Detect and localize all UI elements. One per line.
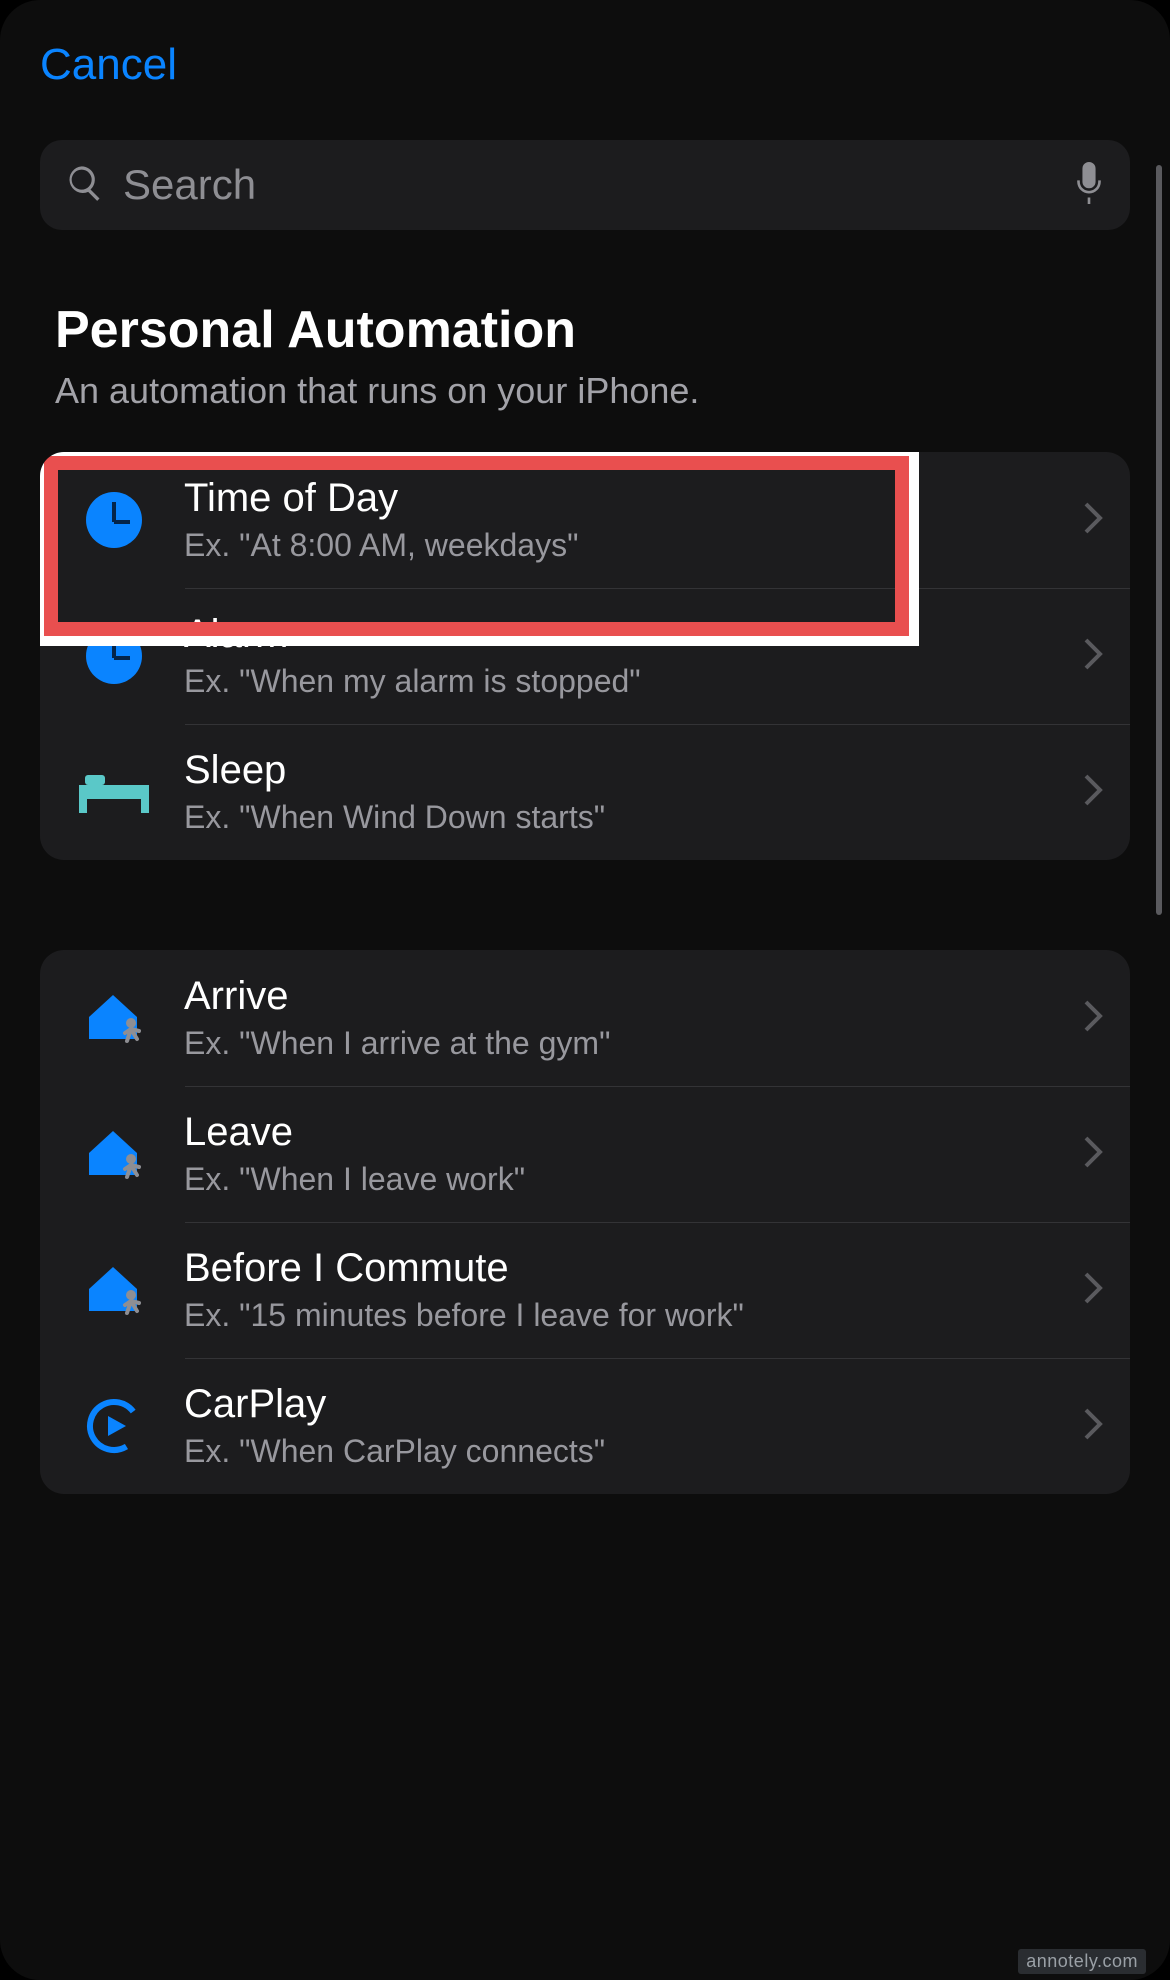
trigger-row-alarm[interactable]: Alarm Ex. "When my alarm is stopped" xyxy=(40,588,1130,724)
chevron-right-icon xyxy=(1082,772,1106,813)
watermark: annotely.com xyxy=(1018,1949,1146,1974)
trigger-row-arrive[interactable]: Arrive Ex. "When I arrive at the gym" xyxy=(40,950,1130,1086)
carplay-icon xyxy=(64,1396,164,1456)
chevron-right-icon xyxy=(1082,1406,1106,1447)
search-icon xyxy=(65,163,105,208)
chevron-right-icon xyxy=(1082,1134,1106,1175)
page-title: Personal Automation xyxy=(55,300,1130,360)
scroll-indicator[interactable] xyxy=(1156,165,1162,915)
trigger-group-time: Time of Day Ex. "At 8:00 AM, weekdays" A… xyxy=(40,452,1130,860)
page-subtitle: An automation that runs on your iPhone. xyxy=(55,370,1130,412)
row-subtitle: Ex. "15 minutes before I leave for work" xyxy=(184,1297,1082,1334)
row-title: CarPlay xyxy=(184,1382,1082,1427)
row-subtitle: Ex. "At 8:00 AM, weekdays" xyxy=(184,527,1082,564)
row-subtitle: Ex. "When Wind Down starts" xyxy=(184,799,1082,836)
navbar: Cancel xyxy=(40,30,1130,100)
chevron-right-icon xyxy=(1082,636,1106,677)
trigger-group-location: Arrive Ex. "When I arrive at the gym" Le… xyxy=(40,950,1130,1494)
row-subtitle: Ex. "When my alarm is stopped" xyxy=(184,663,1082,700)
row-title: Arrive xyxy=(184,974,1082,1019)
cancel-button[interactable]: Cancel xyxy=(40,40,177,90)
row-title: Alarm xyxy=(184,612,1082,657)
trigger-row-carplay[interactable]: CarPlay Ex. "When CarPlay connects" xyxy=(40,1358,1130,1494)
search-bar[interactable] xyxy=(40,140,1130,230)
row-title: Sleep xyxy=(184,748,1082,793)
home-walk-icon xyxy=(64,1119,164,1189)
row-title: Before I Commute xyxy=(184,1246,1082,1291)
trigger-row-leave[interactable]: Leave Ex. "When I leave work" xyxy=(40,1086,1130,1222)
home-walk-icon xyxy=(64,983,164,1053)
chevron-right-icon xyxy=(1082,998,1106,1039)
chevron-right-icon xyxy=(1082,1270,1106,1311)
row-subtitle: Ex. "When CarPlay connects" xyxy=(184,1433,1082,1470)
row-title: Leave xyxy=(184,1110,1082,1155)
search-input[interactable] xyxy=(105,161,1073,209)
row-title: Time of Day xyxy=(184,476,1082,521)
row-subtitle: Ex. "When I arrive at the gym" xyxy=(184,1025,1082,1062)
trigger-row-before-commute[interactable]: Before I Commute Ex. "15 minutes before … xyxy=(40,1222,1130,1358)
clock-icon xyxy=(64,628,164,684)
trigger-row-time-of-day[interactable]: Time of Day Ex. "At 8:00 AM, weekdays" xyxy=(40,452,1130,588)
clock-icon xyxy=(64,492,164,548)
section-header: Personal Automation An automation that r… xyxy=(40,300,1130,412)
home-walk-icon xyxy=(64,1255,164,1325)
bed-icon xyxy=(64,767,164,817)
trigger-row-sleep[interactable]: Sleep Ex. "When Wind Down starts" xyxy=(40,724,1130,860)
microphone-icon[interactable] xyxy=(1073,162,1105,209)
chevron-right-icon xyxy=(1082,500,1106,541)
row-subtitle: Ex. "When I leave work" xyxy=(184,1161,1082,1198)
